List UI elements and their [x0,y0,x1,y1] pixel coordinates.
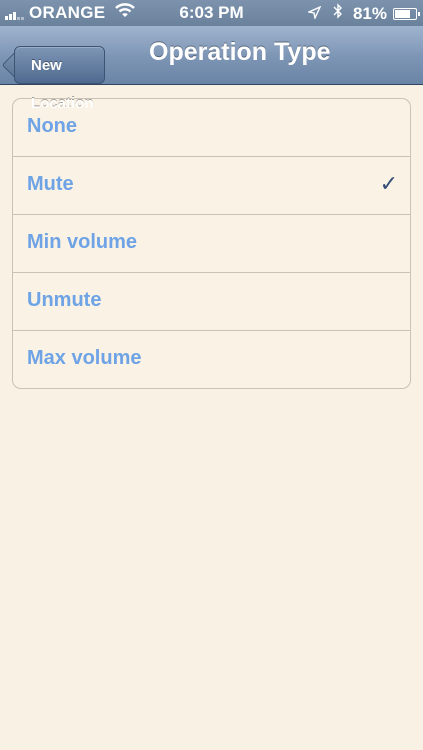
list-item-min-volume[interactable]: Min volume [13,215,410,273]
list-item-label: Min volume [27,231,138,253]
list-item-label: Mute [27,173,74,195]
battery-percent: 81% [352,3,387,23]
back-button[interactable]: New Location [14,46,105,112]
battery-fill [395,9,410,18]
bluetooth-icon [333,3,343,24]
operation-type-list: None Mute ✓ Min volume Unmute Max volume [12,98,411,389]
list-item-label: Max volume [27,347,142,369]
list-item-mute[interactable]: Mute ✓ [13,157,410,215]
location-arrow-icon [306,4,322,24]
status-right: 81% [306,3,420,24]
battery-icon [393,7,420,20]
list-item-max-volume[interactable]: Max volume [13,331,410,388]
list-item-unmute[interactable]: Unmute [13,273,410,331]
page-title: Operation Type [149,38,331,66]
status-bar: ORANGE 6:03 PM 81% [0,0,423,26]
navigation-bar: New Location Operation Type [0,26,423,112]
checkmark-icon: ✓ [379,171,398,196]
list-item-label: Unmute [27,289,102,311]
